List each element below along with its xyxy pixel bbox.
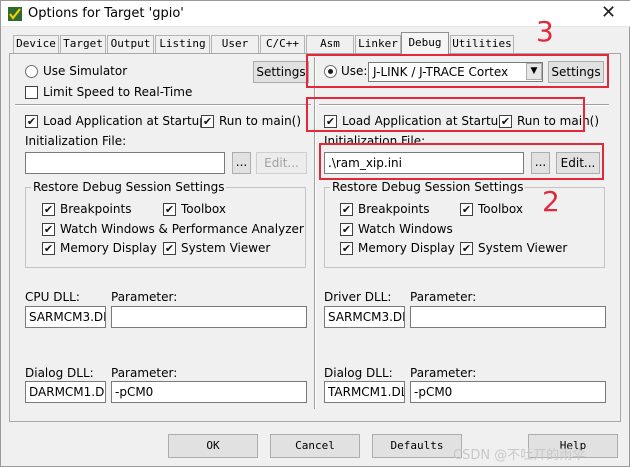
tab-user[interactable]: User bbox=[211, 35, 259, 53]
tab-debug[interactable]: Debug bbox=[401, 32, 449, 54]
right-memory-checkbox[interactable]: ✔ bbox=[340, 242, 353, 255]
tab-device[interactable]: Device bbox=[13, 35, 59, 53]
right-toolbox-checkbox[interactable]: ✔ bbox=[460, 203, 473, 216]
right-toolbox-label: Toolbox bbox=[478, 202, 523, 216]
left-watch-checkbox[interactable]: ✔ bbox=[42, 223, 55, 236]
right-dialog-param-input[interactable]: -pCM0 bbox=[410, 381, 606, 403]
limit-speed-checkbox[interactable] bbox=[25, 86, 38, 99]
cpu-dll-label: CPU DLL: bbox=[25, 290, 80, 304]
left-load-app-label: Load Application at Startup bbox=[43, 114, 207, 128]
driver-dll-input[interactable]: SARMCM3.DLL bbox=[324, 306, 405, 328]
right-breakpoints-label: Breakpoints bbox=[358, 202, 430, 216]
left-breakpoints-label: Breakpoints bbox=[60, 202, 132, 216]
cpu-dll-input[interactable]: SARMCM3.DLL bbox=[25, 306, 106, 328]
annotation-box-debugger bbox=[306, 54, 609, 88]
defaults-button[interactable]: Defaults bbox=[372, 434, 462, 458]
left-browse-button[interactable]: ... bbox=[232, 152, 251, 174]
cpu-param-label: Parameter: bbox=[111, 290, 178, 304]
driver-param-input[interactable] bbox=[410, 306, 606, 328]
left-dialog-dll-input[interactable]: DARMCM1.DLL bbox=[25, 381, 106, 403]
limit-speed-label: Limit Speed to Real-Time bbox=[43, 85, 193, 99]
simulator-settings-button[interactable]: Settings bbox=[253, 61, 309, 83]
tab-linker[interactable]: Linker bbox=[355, 35, 401, 53]
left-run-to-main-label: Run to main() bbox=[219, 114, 302, 128]
left-memory-checkbox[interactable]: ✔ bbox=[42, 242, 55, 255]
left-run-to-main-checkbox[interactable]: ✔ bbox=[201, 115, 214, 128]
right-restore-group-title: Restore Debug Session Settings bbox=[330, 180, 526, 194]
tab-listing[interactable]: Listing bbox=[155, 35, 210, 53]
left-init-file-input[interactable] bbox=[25, 152, 225, 174]
left-dialog-param-label: Parameter: bbox=[111, 366, 178, 380]
left-separator bbox=[15, 104, 311, 106]
tab-c-cpp[interactable]: C/C++ bbox=[260, 35, 305, 53]
right-dialog-dll-input[interactable]: TARMCM1.DLL bbox=[324, 381, 405, 403]
use-simulator-radio[interactable] bbox=[25, 65, 38, 78]
right-breakpoints-checkbox[interactable]: ✔ bbox=[340, 203, 353, 216]
cpu-param-input[interactable] bbox=[111, 306, 307, 328]
right-dialog-dll-label: Dialog DLL: bbox=[324, 366, 393, 380]
left-breakpoints-checkbox[interactable]: ✔ bbox=[42, 203, 55, 216]
annotation-box-init-file bbox=[319, 143, 604, 180]
ok-button[interactable]: OK bbox=[168, 434, 258, 458]
use-simulator-label: Use Simulator bbox=[43, 64, 128, 78]
window-title: Options for Target 'gpio' bbox=[28, 6, 184, 21]
left-watch-label: Watch Windows & Performance Analyzer bbox=[60, 222, 304, 236]
right-sysviewer-label: System Viewer bbox=[478, 241, 568, 255]
left-dialog-dll-label: Dialog DLL: bbox=[25, 366, 94, 380]
right-watch-checkbox[interactable]: ✔ bbox=[340, 223, 353, 236]
tab-output[interactable]: Output bbox=[107, 35, 154, 53]
right-dialog-param-label: Parameter: bbox=[410, 366, 477, 380]
annotation-number-3: 3 bbox=[536, 15, 554, 48]
tab-utilities[interactable]: Utilities bbox=[450, 35, 514, 53]
right-sysviewer-checkbox[interactable]: ✔ bbox=[460, 242, 473, 255]
left-sysviewer-label: System Viewer bbox=[181, 241, 271, 255]
left-toolbox-checkbox[interactable]: ✔ bbox=[163, 203, 176, 216]
close-icon[interactable]: ✕ bbox=[601, 3, 616, 23]
keil-app-icon bbox=[8, 7, 22, 21]
driver-param-label: Parameter: bbox=[410, 290, 477, 304]
left-toolbox-label: Toolbox bbox=[181, 202, 226, 216]
tab-asm[interactable]: Asm bbox=[306, 35, 354, 53]
left-memory-label: Memory Display bbox=[60, 241, 157, 255]
csdn-watermark: CSDN @不吐丌的雨伞 bbox=[453, 448, 586, 463]
left-init-file-label: Initialization File: bbox=[25, 134, 127, 148]
left-dialog-param-input[interactable]: -pCM0 bbox=[111, 381, 307, 403]
annotation-number-2: 2 bbox=[542, 185, 560, 218]
left-sysviewer-checkbox[interactable]: ✔ bbox=[163, 242, 176, 255]
annotation-box-load-app bbox=[306, 97, 585, 132]
right-memory-label: Memory Display bbox=[358, 241, 455, 255]
left-load-app-checkbox[interactable]: ✔ bbox=[25, 115, 38, 128]
tab-target[interactable]: Target bbox=[60, 35, 106, 53]
driver-dll-label: Driver DLL: bbox=[324, 290, 392, 304]
options-dialog: Options for Target 'gpio' ✕ Device Targe… bbox=[0, 0, 630, 467]
left-edit-button[interactable]: Edit... bbox=[256, 152, 307, 174]
left-restore-group-title: Restore Debug Session Settings bbox=[31, 180, 227, 194]
right-watch-label: Watch Windows bbox=[358, 222, 453, 236]
cancel-button[interactable]: Cancel bbox=[270, 434, 360, 458]
